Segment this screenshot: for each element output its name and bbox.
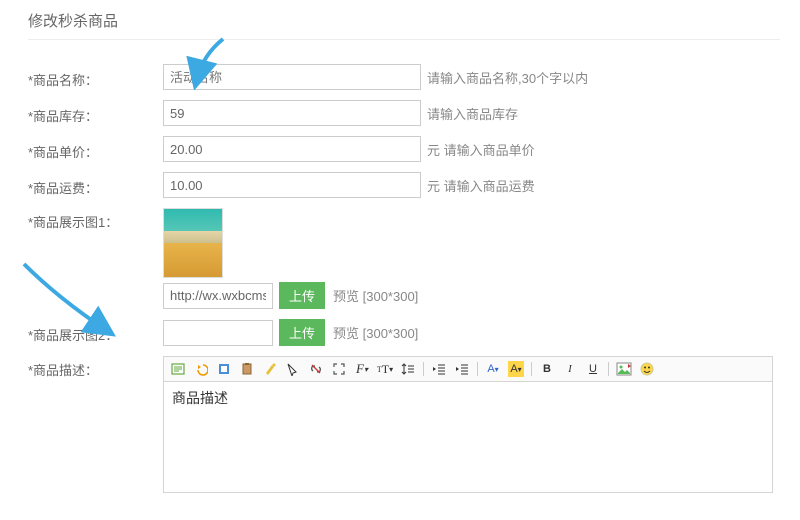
undo-icon[interactable] [193, 361, 209, 377]
label-name: *商品名称： [28, 66, 163, 89]
emoji-icon[interactable] [639, 361, 655, 377]
page-title: 修改秒杀商品 [28, 10, 780, 40]
image-icon[interactable] [616, 361, 632, 377]
forecolor-icon[interactable]: A▾ [485, 361, 501, 377]
image1-thumb[interactable] [163, 208, 223, 278]
product-stock-input[interactable] [163, 100, 421, 126]
indent-icon[interactable] [454, 361, 470, 377]
product-name-input[interactable] [163, 64, 421, 90]
backcolor-icon[interactable]: A▾ [508, 361, 524, 377]
image1-upload-button[interactable]: 上传 [279, 282, 325, 309]
label-shipping: *商品运费： [28, 174, 163, 197]
fontfamily-icon[interactable]: F▾ [354, 361, 370, 377]
editor-toolbar: F▾ TT▾ A▾ A▾ B I U [164, 357, 772, 382]
bold-icon[interactable]: B [539, 361, 555, 377]
label-desc: *商品描述： [28, 356, 163, 379]
italic-icon[interactable]: I [562, 361, 578, 377]
hint-price: 元 请输入商品单价 [427, 140, 535, 159]
paste-icon[interactable] [239, 361, 255, 377]
product-shipping-input[interactable] [163, 172, 421, 198]
label-image2: *商品展示图2： [28, 321, 163, 344]
label-stock: *商品库存： [28, 102, 163, 125]
hint-stock: 请输入商品库存 [427, 104, 518, 123]
label-price: *商品单价： [28, 138, 163, 161]
editor-body[interactable]: 商品描述 [164, 382, 772, 492]
hint-shipping: 元 请输入商品运费 [427, 176, 535, 195]
image1-preview-hint: 预览 [300*300] [333, 286, 418, 305]
source-icon[interactable] [170, 361, 186, 377]
image2-url-input[interactable] [163, 320, 273, 346]
image2-upload-button[interactable]: 上传 [279, 319, 325, 346]
product-price-input[interactable] [163, 136, 421, 162]
outdent-icon[interactable] [431, 361, 447, 377]
image1-url-input[interactable] [163, 283, 273, 309]
underline-icon[interactable]: U [585, 361, 601, 377]
clearformat-icon[interactable] [262, 361, 278, 377]
unlink-icon[interactable] [308, 361, 324, 377]
redo-icon[interactable] [216, 361, 232, 377]
label-image1: *商品展示图1： [28, 208, 163, 231]
rich-editor: F▾ TT▾ A▾ A▾ B I U 商品描述 [163, 356, 773, 493]
fullscreen-icon[interactable] [331, 361, 347, 377]
fontsize-icon[interactable]: TT▾ [377, 361, 393, 377]
image2-preview-hint: 预览 [300*300] [333, 323, 418, 342]
selectall-icon[interactable] [285, 361, 301, 377]
hint-name: 请输入商品名称,30个字以内 [427, 68, 588, 87]
lineheight-icon[interactable] [400, 361, 416, 377]
